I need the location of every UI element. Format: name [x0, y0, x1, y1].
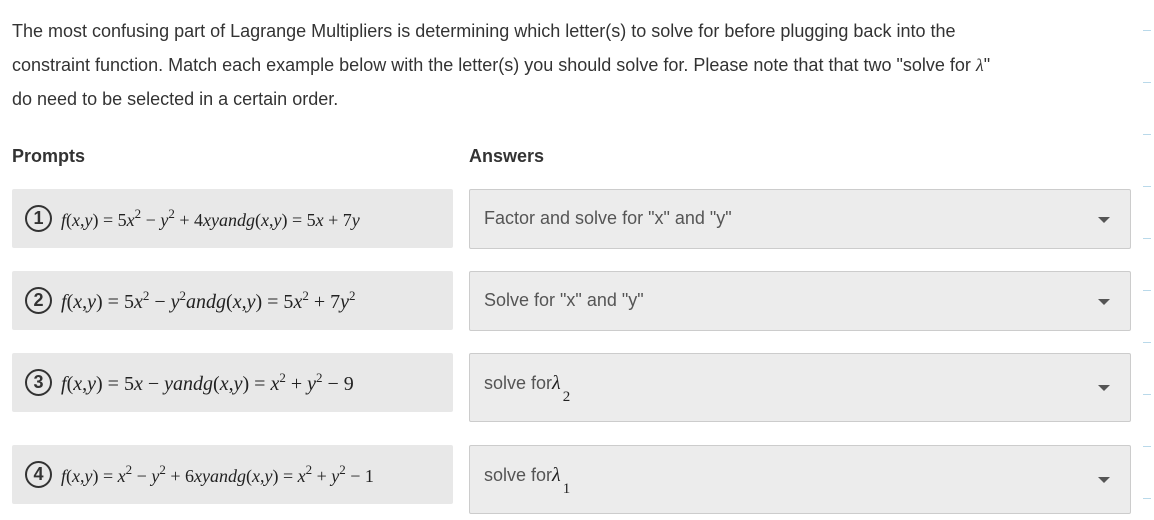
answer-selected-value: Solve for "x" and "y" [484, 290, 644, 310]
answer-text: solve for [484, 373, 553, 393]
edge-mark [1143, 186, 1151, 187]
chevron-down-icon [1098, 299, 1110, 305]
lambda-symbol: λ [975, 55, 984, 75]
instructions-line-1: The most confusing part of Lagrange Mult… [12, 21, 956, 41]
edge-mark [1143, 30, 1151, 31]
prompt-item: 2 f(x,y) = 5x2 − y2andg(x,y) = 5x2 + 7y2 [12, 271, 453, 330]
answer-selected-value: Factor and solve for "x" and "y" [484, 208, 732, 228]
answer-select-2[interactable]: Solve for "x" and "y" [469, 271, 1131, 331]
prompt-item: 1 f(x,y) = 5x2 − y2 + 4xyandg(x,y) = 5x … [12, 189, 453, 248]
edge-mark [1143, 134, 1151, 135]
instructions-line-2-text: constraint function. Match each example … [12, 55, 976, 75]
answers-heading: Answers [469, 146, 545, 166]
prompts-heading: Prompts [12, 146, 86, 166]
edge-mark [1143, 290, 1151, 291]
lambda-symbol: λ [552, 372, 561, 394]
instructions-line-2-end: " [983, 55, 991, 75]
lambda-subscript: 1 [562, 481, 571, 497]
prompt-expression: f(x,y) = 5x2 − y2 + 4xyandg(x,y) = 5x + … [61, 206, 360, 230]
edge-mark [1143, 82, 1151, 83]
answer-select-1[interactable]: Factor and solve for "x" and "y" [469, 189, 1131, 249]
prompt-expression: f(x,y) = 5x2 − y2andg(x,y) = 5x2 + 7y2 [61, 287, 356, 313]
answer-select-3[interactable]: solve forλ2 [469, 353, 1131, 422]
answer-selected-value: solve forλ2 [484, 372, 570, 405]
prompt-item: 4 f(x,y) = x2 − y2 + 6xyandg(x,y) = x2 +… [12, 445, 453, 504]
prompt-expression: f(x,y) = 5x − yandg(x,y) = x2 + y2 − 9 [61, 369, 354, 395]
instructions: The most confusing part of Lagrange Mult… [12, 14, 1122, 116]
chevron-down-icon [1098, 385, 1110, 391]
lambda-subscript: 2 [562, 389, 571, 405]
instructions-line-3: do need to be selected in a certain orde… [12, 89, 339, 109]
chevron-down-icon [1098, 217, 1110, 223]
prompt-expression: f(x,y) = x2 − y2 + 6xyandg(x,y) = x2 + y… [61, 462, 374, 486]
edge-mark [1143, 238, 1151, 239]
lambda-symbol: λ [552, 464, 561, 486]
edge-mark [1143, 394, 1151, 395]
answer-select-4[interactable]: solve forλ1 [469, 445, 1131, 514]
answer-selected-value: solve forλ1 [484, 464, 570, 497]
instructions-line-2: constraint function. Match each example … [12, 48, 1122, 82]
prompt-item: 3 f(x,y) = 5x − yandg(x,y) = x2 + y2 − 9 [12, 353, 453, 412]
edge-mark [1143, 498, 1151, 499]
prompt-number: 3 [25, 369, 52, 396]
edge-mark [1143, 446, 1151, 447]
chevron-down-icon [1098, 477, 1110, 483]
prompt-number: 2 [25, 287, 52, 314]
edge-mark [1143, 342, 1151, 343]
prompt-number: 4 [25, 461, 52, 488]
prompt-number: 1 [25, 205, 52, 232]
answer-text: solve for [484, 465, 553, 485]
